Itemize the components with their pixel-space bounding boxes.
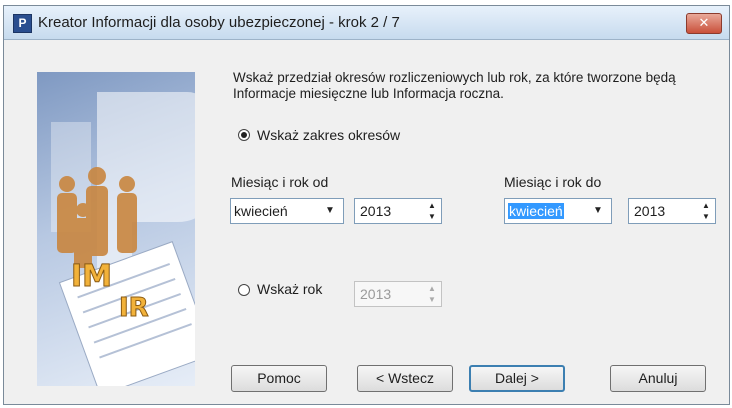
to-month-value: kwiecień — [508, 203, 564, 219]
help-button[interactable]: Pomoc — [231, 365, 327, 392]
year-value: 2013 — [360, 286, 392, 302]
banner-text-im: IM — [71, 259, 112, 294]
to-label: Miesiąc i rok do — [504, 174, 602, 190]
window-title: Kreator Informacji dla osoby ubezpieczon… — [38, 14, 400, 31]
title-bar[interactable]: P Kreator Informacji dla osoby ubezpiecz… — [4, 6, 729, 40]
close-button[interactable]: ✕ — [686, 13, 722, 34]
wizard-banner-image: IM IR — [37, 72, 195, 386]
radio-year-label[interactable]: Wskaż rok — [257, 281, 322, 297]
description-text: Wskaż przedział okresów rozliczeniowych … — [233, 70, 676, 101]
to-year-spinner[interactable]: 2013 ▲ ▼ — [628, 198, 716, 224]
chevron-down-icon[interactable]: ▼ — [587, 201, 609, 221]
to-month-select[interactable]: kwiecień ▼ — [504, 198, 612, 224]
from-label: Miesiąc i rok od — [231, 174, 329, 190]
from-year-value: 2013 — [360, 203, 392, 219]
from-month-value: kwiecień — [234, 203, 288, 219]
banner-illustration: IM IR — [51, 92, 195, 386]
app-icon: P — [13, 14, 32, 33]
banner-text-ir: IR — [119, 293, 149, 323]
chevron-down-icon[interactable]: ▼ — [319, 201, 341, 221]
wizard-window: P Kreator Informacji dla osoby ubezpiecz… — [3, 5, 730, 405]
year-spinner-disabled: 2013 ▲ ▼ — [354, 281, 442, 307]
radio-range[interactable] — [238, 129, 250, 141]
spinner-arrows-icon: ▲ ▼ — [428, 284, 436, 304]
spinner-arrows-icon[interactable]: ▲ ▼ — [698, 200, 714, 222]
to-year-value: 2013 — [634, 203, 666, 219]
wizard-body: IM IR Wskaż przedział okresów rozliczeni… — [4, 40, 729, 404]
next-button[interactable]: Dalej > — [469, 365, 565, 392]
radio-range-label[interactable]: Wskaż zakres okresów — [257, 127, 400, 143]
from-year-spinner[interactable]: 2013 ▲ ▼ — [354, 198, 442, 224]
cancel-button[interactable]: Anuluj — [610, 365, 706, 392]
close-icon: ✕ — [698, 16, 710, 31]
back-button[interactable]: < Wstecz — [357, 365, 453, 392]
radio-year[interactable] — [238, 284, 250, 296]
spinner-arrows-icon[interactable]: ▲ ▼ — [424, 200, 440, 222]
from-month-select[interactable]: kwiecień ▼ — [230, 198, 344, 224]
